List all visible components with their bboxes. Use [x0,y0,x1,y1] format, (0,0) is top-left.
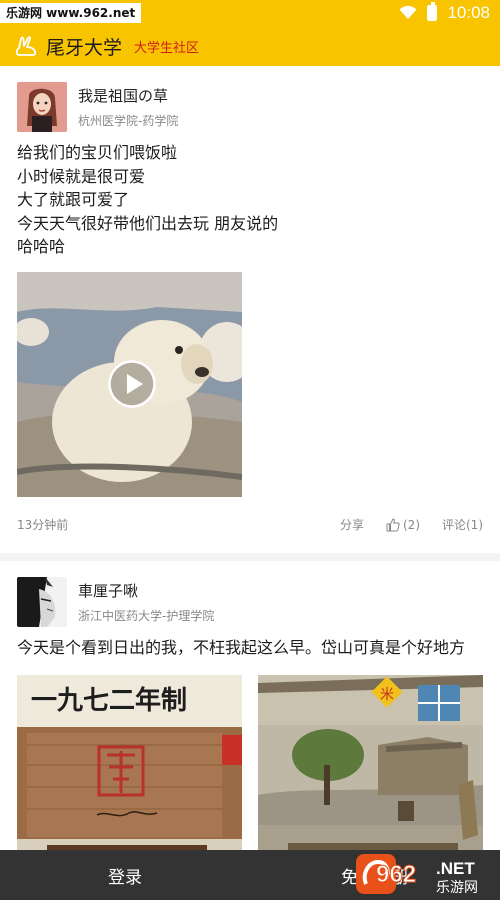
post-text-line: 大了就跟可爱了 [17,190,130,209]
962-brand-watermark: 962 .NET 乐游网 [356,854,478,896]
author-name[interactable]: 我是祖国の草 [78,85,178,106]
status-bar: 乐游网 www.962.net 10:08 [0,0,500,26]
post-feed: 我是祖国の草 杭州医学院-药学院 给我们的宝贝们喂饭啦 小时候就是很可爱 大了就… [0,66,500,875]
post-images: 一九七二年制 宣和 [17,675,483,875]
post-meta: 13分钟前 分享 (2) 评论(1) [17,497,483,553]
brand-number: 962 [376,861,416,888]
plaque-caption: 一九七二年制 [31,685,187,716]
post-text-line: 给我们的宝贝们喂饭啦 [17,143,178,162]
watermark: 乐游网 www.962.net [0,3,142,23]
thumbs-up-icon [386,517,400,531]
courtyard-image: 米 [258,675,483,875]
rabbit-logo-icon [15,36,37,56]
battery-icon [427,2,438,21]
post-text-line: 今天天气很好带他们出去玩 朋友说的 [17,213,279,233]
post-time: 13分钟前 [17,518,69,532]
app-title: 尾牙大学 [46,36,123,59]
like-count: (2) [403,517,420,532]
post-text: 给我们的宝贝们喂饭啦 小时候就是很可爱 大了就跟可爱了 今天天气很好带他们出去玩… [17,141,483,259]
user-avatar[interactable] [17,82,67,132]
video-thumbnail[interactable] [17,271,242,497]
post-text-line: 小时候就是很可爱 [17,166,146,186]
post-author[interactable]: 車厘子啾 浙江中医药大学-护理学院 [17,576,483,627]
login-button[interactable]: 登录 [0,850,250,900]
post-card[interactable]: 車厘子啾 浙江中医药大学-护理学院 今天是个看到日出的我，不枉我起这么早。岱山可… [0,560,500,875]
post-text-line: 哈哈哈 [17,237,66,256]
post-text: 今天是个看到日出的我，不枉我起这么早。岱山可真是个好地方 [17,636,483,660]
comment-button[interactable]: 评论(1) [442,516,483,533]
post-card[interactable]: 我是祖国の草 杭州医学院-药学院 给我们的宝贝们喂饭啦 小时候就是很可爱 大了就… [0,66,500,553]
author-school: 杭州医学院-药学院 [78,114,179,128]
brand-domain: .NET [436,859,475,878]
brand-name: 乐游网 [436,880,478,896]
wifi-icon [399,6,417,19]
share-button[interactable]: 分享 [340,516,364,533]
status-time: 10:08 [447,3,490,22]
app-bar: 尾牙大学 大学生社区 [0,26,500,66]
wooden-plaque-image: 一九七二年制 宣和 [17,675,242,875]
author-school: 浙江中医药大学-护理学院 [78,608,215,623]
post-image[interactable]: 米 [258,675,483,875]
like-button[interactable]: (2) [386,518,420,532]
app-subtitle: 大学生社区 [134,40,200,56]
author-name[interactable]: 車厘子啾 [78,580,214,601]
post-image[interactable]: 一九七二年制 宣和 [17,675,242,875]
play-icon[interactable] [108,359,156,408]
post-author[interactable]: 我是祖国の草 杭州医学院-药学院 [17,82,483,132]
status-icons: 10:08 [399,0,490,26]
user-avatar[interactable] [17,576,67,627]
sign-text: 米 [380,687,394,703]
post-text-line: 今天是个看到日出的我，不枉我起这么早。岱山可真是个好地方 [17,637,466,657]
